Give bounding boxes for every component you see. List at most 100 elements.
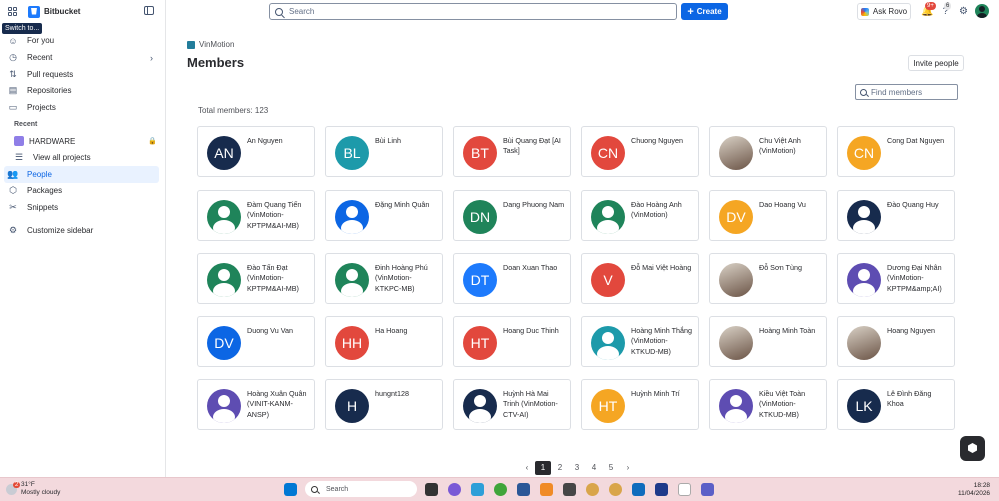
recent-project-hardware[interactable]: HARDWARE 🔒 xyxy=(14,136,160,146)
sublime-icon[interactable] xyxy=(540,483,553,496)
invite-people-button[interactable]: Invite people xyxy=(908,55,964,71)
app-switcher-icon[interactable] xyxy=(6,5,19,18)
member-card[interactable]: Huỳnh Hà Mai Trinh (VinMotion-CTV-AI) xyxy=(453,379,571,430)
member-name[interactable]: Hoàng Xuân Quân (VINIT-KANM-ANSP) xyxy=(247,389,309,420)
member-name[interactable]: Đặng Minh Quân xyxy=(375,200,437,210)
member-card[interactable]: Hoàng Xuân Quân (VINIT-KANM-ANSP) xyxy=(197,379,315,430)
breadcrumb[interactable]: VinMotion xyxy=(187,40,234,49)
ask-rovo-button[interactable]: Ask Rovo xyxy=(857,3,911,20)
member-name[interactable]: Duong Vu Van xyxy=(247,326,309,336)
member-name[interactable]: Đào Quang Huy xyxy=(887,200,949,210)
member-card[interactable]: Hoàng Minh Toàn xyxy=(709,316,827,367)
member-card[interactable]: Đào Hoàng Anh (VinMotion) xyxy=(581,190,699,241)
sidebar-item-projects[interactable]: ▭ Projects xyxy=(4,99,159,116)
member-name[interactable]: Lê Đình Đăng Khoa xyxy=(887,389,949,410)
member-name[interactable]: Kiều Việt Toàn (VinMotion-KTKUD-MB) xyxy=(759,389,821,420)
member-name[interactable]: Ha Hoang xyxy=(375,326,437,336)
member-card[interactable]: Chu Việt Anh (VinMotion) xyxy=(709,126,827,177)
customize-sidebar[interactable]: ⚙ Customize sidebar xyxy=(4,222,159,239)
member-card[interactable]: DV Dao Hoang Vu xyxy=(709,190,827,241)
page-5[interactable]: 5 xyxy=(603,461,619,475)
member-name[interactable]: Dang Phuong Nam xyxy=(503,200,565,210)
help-chat-button[interactable] xyxy=(960,436,985,461)
search-input[interactable]: Search xyxy=(269,3,677,20)
chevron-right-icon[interactable]: › xyxy=(150,53,153,63)
member-card[interactable]: Dương Đại Nhân (VinMotion-KPTPM&amp;AI) xyxy=(837,253,955,304)
app-icon[interactable] xyxy=(586,483,599,496)
sidebar-item-pull-requests[interactable]: ⇅ Pull requests xyxy=(4,66,159,83)
sidebar-item-recent[interactable]: ◷ Recent › xyxy=(4,49,159,66)
weather-widget[interactable]: 2 31°F Mostly cloudy xyxy=(6,481,60,497)
member-name[interactable]: Đào Tấn Đạt (VinMotion-KPTPM&AI-MB) xyxy=(247,263,309,294)
taskbar-search[interactable]: Search xyxy=(305,481,417,497)
sidebar-item-packages[interactable]: ⬡ Packages xyxy=(4,182,159,199)
member-card[interactable]: Đào Quang Huy xyxy=(837,190,955,241)
settings-icon[interactable]: ⚙ xyxy=(958,6,969,17)
member-name[interactable]: Đàm Quang Tiến (VinMotion-KPTPM&AI-MB) xyxy=(247,200,309,231)
sidebar-item-for-you[interactable]: ☺ For you xyxy=(4,32,159,49)
store-icon[interactable] xyxy=(517,483,530,496)
member-card[interactable]: Đinh Hoàng Phú (VinMotion-KTKPC-MB) xyxy=(325,253,443,304)
member-card[interactable]: Hoang Nguyen xyxy=(837,316,955,367)
member-card[interactable]: Đào Tấn Đạt (VinMotion-KPTPM&AI-MB) xyxy=(197,253,315,304)
kiro-icon[interactable] xyxy=(655,483,668,496)
member-card[interactable]: CN Chuong Nguyen xyxy=(581,126,699,177)
member-name[interactable]: hungnt128 xyxy=(375,389,437,399)
member-card[interactable]: BT Bùi Quang Đạt [AI Task] xyxy=(453,126,571,177)
chat-icon[interactable] xyxy=(448,483,461,496)
member-name[interactable]: Chu Việt Anh (VinMotion) xyxy=(759,136,821,157)
member-card[interactable]: Đàm Quang Tiến (VinMotion-KPTPM&AI-MB) xyxy=(197,190,315,241)
member-card[interactable]: Hhungnt128 xyxy=(325,379,443,430)
create-button[interactable]: + Create xyxy=(681,3,728,20)
page-1[interactable]: 1 xyxy=(535,461,551,475)
member-name[interactable]: Đỗ Mai Việt Hoàng xyxy=(631,263,693,273)
page-4[interactable]: 4 xyxy=(586,461,602,475)
member-name[interactable]: Cong Dat Nguyen xyxy=(887,136,949,146)
member-name[interactable]: An Nguyen xyxy=(247,136,309,146)
member-name[interactable]: Hoàng Minh Toàn xyxy=(759,326,821,336)
member-name[interactable]: Bùi Quang Đạt [AI Task] xyxy=(503,136,565,157)
member-name[interactable]: Hoàng Minh Thắng (VinMotion-KTKUD-MB) xyxy=(631,326,693,357)
member-card[interactable]: HT Hoang Duc Thinh xyxy=(453,316,571,367)
member-name[interactable]: Dao Hoang Vu xyxy=(759,200,821,210)
chrome-icon[interactable] xyxy=(494,483,507,496)
member-card[interactable]: BL Bùi Linh xyxy=(325,126,443,177)
member-card[interactable]: HT Huỳnh Minh Trí xyxy=(581,379,699,430)
prev-page-button[interactable]: ‹ xyxy=(519,461,535,475)
member-name[interactable]: Đỗ Sơn Tùng xyxy=(759,263,821,273)
terminal-icon[interactable] xyxy=(563,483,576,496)
app-icon-2[interactable] xyxy=(609,483,622,496)
edge-icon[interactable] xyxy=(471,483,484,496)
member-card[interactable]: Đỗ Sơn Tùng xyxy=(709,253,827,304)
member-name[interactable]: Bùi Linh xyxy=(375,136,437,146)
file-icon[interactable] xyxy=(678,483,691,496)
system-clock[interactable]: 18:28 11/04/2026 xyxy=(958,482,990,498)
member-name[interactable]: Huỳnh Hà Mai Trinh (VinMotion-CTV-AI) xyxy=(503,389,565,420)
member-name[interactable]: Doan Xuan Thao xyxy=(503,263,565,273)
task-view-icon[interactable] xyxy=(425,483,438,496)
page-2[interactable]: 2 xyxy=(552,461,568,475)
sidebar-item-snippets[interactable]: ✂ Snippets xyxy=(4,199,159,216)
collapse-sidebar-icon[interactable] xyxy=(144,6,154,15)
page-3[interactable]: 3 xyxy=(569,461,585,475)
member-name[interactable]: Dương Đại Nhân (VinMotion-KPTPM&amp;AI) xyxy=(887,263,949,294)
sidebar-item-people[interactable]: 👥 People xyxy=(4,166,159,183)
outlook-icon[interactable] xyxy=(632,483,645,496)
member-card[interactable]: DV Duong Vu Van xyxy=(197,316,315,367)
sidebar-item-repositories[interactable]: ▤ Repositories xyxy=(4,82,159,99)
app-name[interactable]: Bitbucket xyxy=(44,7,80,16)
member-name[interactable]: Chuong Nguyen xyxy=(631,136,693,146)
view-all-projects[interactable]: ☰ View all projects xyxy=(10,149,159,166)
member-name[interactable]: Huỳnh Minh Trí xyxy=(631,389,693,399)
start-icon[interactable] xyxy=(284,483,297,496)
member-card[interactable]: V Đỗ Mai Việt Hoàng xyxy=(581,253,699,304)
member-card[interactable]: Đặng Minh Quân xyxy=(325,190,443,241)
member-card[interactable]: DN Dang Phuong Nam xyxy=(453,190,571,241)
next-page-button[interactable]: › xyxy=(620,461,636,475)
member-name[interactable]: Đào Hoàng Anh (VinMotion) xyxy=(631,200,693,221)
member-name[interactable]: Đinh Hoàng Phú (VinMotion-KTKPC-MB) xyxy=(375,263,437,294)
user-avatar[interactable] xyxy=(975,4,989,18)
member-name[interactable]: Hoang Nguyen xyxy=(887,326,949,336)
member-card[interactable]: Hoàng Minh Thắng (VinMotion-KTKUD-MB) xyxy=(581,316,699,367)
member-card[interactable]: Kiều Việt Toàn (VinMotion-KTKUD-MB) xyxy=(709,379,827,430)
